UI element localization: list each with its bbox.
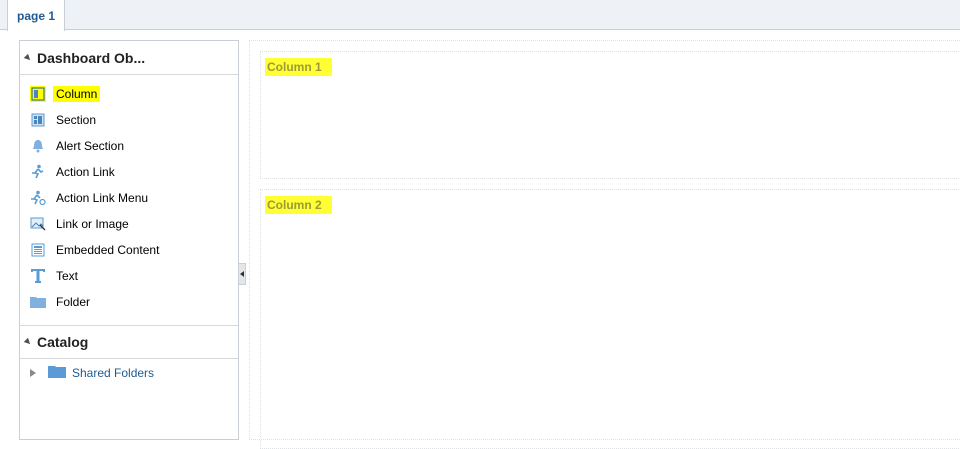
object-item-action-link[interactable]: Action Link: [20, 159, 238, 185]
shared-folders-label: Shared Folders: [72, 366, 155, 380]
object-label: Column: [53, 86, 101, 102]
object-label: Embedded Content: [56, 243, 160, 257]
object-item-text[interactable]: Text: [20, 263, 238, 289]
text-icon: [30, 268, 46, 284]
catalog-title: Catalog: [37, 334, 89, 350]
column-icon: [30, 86, 46, 102]
object-label: Text: [56, 269, 79, 283]
column-label[interactable]: Column 1: [265, 58, 332, 76]
page-tab-strip: page 1: [0, 0, 960, 31]
folder-icon: [48, 365, 66, 381]
object-label: Alert Section: [56, 139, 125, 153]
action-link-menu-icon: [30, 190, 46, 206]
object-item-column[interactable]: Column: [20, 81, 238, 107]
panel-collapse-splitter[interactable]: [238, 263, 246, 285]
object-item-action-link-menu[interactable]: Action Link Menu: [20, 185, 238, 211]
alert-bell-icon: [30, 138, 46, 154]
section-icon: [30, 112, 46, 128]
object-label: Action Link Menu: [56, 191, 149, 205]
dashboard-column-2[interactable]: Column 2: [260, 189, 960, 449]
object-label: Folder: [56, 295, 91, 309]
folder-icon: [30, 294, 46, 310]
object-item-folder[interactable]: Folder: [20, 289, 238, 315]
dashboard-objects-panel: Dashboard Ob... Column Section Alert Sec…: [19, 40, 239, 440]
dashboard-column-1[interactable]: Column 1: [260, 51, 960, 179]
dashboard-object-list: Column Section Alert Section Action Link…: [20, 75, 238, 315]
object-item-alert-section[interactable]: Alert Section: [20, 133, 238, 159]
object-label: Link or Image: [56, 217, 129, 231]
object-item-section[interactable]: Section: [20, 107, 238, 133]
link-image-icon: [30, 216, 46, 232]
tab-page-1[interactable]: page 1: [7, 0, 65, 31]
tab-label: page 1: [16, 8, 55, 23]
collapse-left-icon: [240, 271, 244, 277]
collapse-triangle-icon[interactable]: [23, 53, 33, 62]
embedded-content-icon: [30, 242, 46, 258]
catalog-header[interactable]: Catalog: [20, 325, 238, 359]
collapse-triangle-icon[interactable]: [23, 337, 33, 347]
panel-title: Dashboard Ob...: [37, 49, 146, 66]
column-label[interactable]: Column 2: [265, 196, 332, 214]
object-item-link-or-image[interactable]: Link or Image: [20, 211, 238, 237]
catalog-item-shared-folders[interactable]: Shared Folders: [20, 363, 238, 383]
object-item-embedded-content[interactable]: Embedded Content: [20, 237, 238, 263]
dashboard-objects-header[interactable]: Dashboard Ob...: [20, 41, 238, 75]
expand-triangle-icon[interactable]: [30, 369, 36, 377]
object-label: Action Link: [56, 165, 115, 179]
object-label: Section: [56, 113, 97, 127]
dashboard-canvas: Column 1 Column 2: [249, 40, 960, 449]
action-link-icon: [30, 164, 46, 180]
